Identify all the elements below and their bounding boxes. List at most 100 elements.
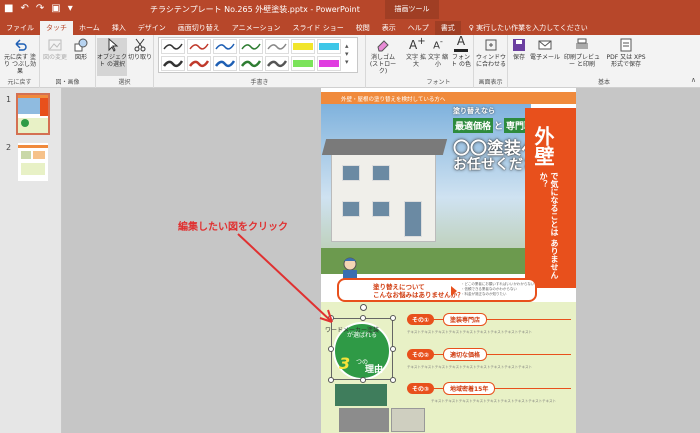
shapes-button[interactable]: 図形 <box>68 38 94 61</box>
pen-red-2[interactable] <box>187 56 211 71</box>
resize-handle[interactable] <box>390 315 396 321</box>
highlighter-magenta[interactable] <box>317 56 341 71</box>
group-label-font: フォント <box>426 79 451 86</box>
pen-black-1[interactable] <box>161 39 185 54</box>
slide-thumbnail[interactable] <box>16 93 50 135</box>
undo-icon[interactable]: ↶ <box>20 3 28 14</box>
slide-thumbnail-pane: 1 2 <box>0 88 62 433</box>
strip-subtitle: で気になることは ありませんか？ <box>539 172 559 279</box>
worker-photo[interactable] <box>339 408 389 432</box>
speech-bubble[interactable]: 塗り替えについて こんなお悩みはありませんか？ ・どこの業者にお願いすればいいか… <box>337 278 537 302</box>
window-title: チラシテンプレート No.265 外壁塗装.pptx - PowerPoint <box>150 5 360 14</box>
group-images: 図の変更 図形 図・画像 <box>40 35 96 88</box>
tell-me-text: 実行したい作業を入力してください <box>476 24 588 32</box>
tab-format[interactable]: 書式 <box>434 21 461 35</box>
title-bar: ■ ↶ ↷ ▣ ▾ チラシテンプレート No.265 外壁塗装.pptx - P… <box>0 0 700 19</box>
eraser-icon <box>376 38 390 52</box>
pen-black-2[interactable] <box>161 56 185 71</box>
roof-photo[interactable] <box>335 384 387 406</box>
tab-touch[interactable]: タッチ <box>40 21 73 35</box>
font-grow-icon: A+ <box>409 36 426 52</box>
text-larger-button[interactable]: A+ 文字 拡大 <box>406 36 426 69</box>
save-button[interactable]: 保存 <box>510 38 528 61</box>
slide-banner[interactable]: 外壁・屋根の塗り替えを検討している方へ <box>321 92 576 104</box>
gallery-more-icon[interactable]: ▴ ▾ ▾ <box>345 42 349 66</box>
tab-insert[interactable]: 挿入 <box>106 21 132 35</box>
reason-1-text: テキストテキストテキストテキストテキストテキストテキストテキストテキスト <box>407 330 533 334</box>
tab-home[interactable]: ホーム <box>73 21 106 35</box>
email-button[interactable]: 電子メール <box>530 38 560 61</box>
resize-handle[interactable] <box>328 346 334 352</box>
font-color-icon: A <box>454 35 468 52</box>
strip-title: 外壁 <box>531 126 555 166</box>
tab-animations[interactable]: アニメーション <box>226 21 287 35</box>
ribbon: 元に戻す 塗り つぶし効果 元に戻す 図の変更 図形 図・画像 オブジェクト の… <box>0 35 700 88</box>
group-label-undo: 元に戻す <box>7 79 32 86</box>
tab-design[interactable]: デザイン <box>132 21 172 35</box>
tab-file[interactable]: ファイル <box>0 21 40 35</box>
pen-gray-1[interactable] <box>265 39 289 54</box>
orange-strip[interactable]: 外壁 で気になることは ありませんか？ <box>525 108 576 288</box>
headline-small[interactable]: 塗り替えなら <box>453 106 495 116</box>
undo-button[interactable]: 元に戻す 塗り つぶし効果 <box>2 38 38 75</box>
group-display: ウィンドウ に合わせる 画面表示 <box>474 35 508 88</box>
pen-red-1[interactable] <box>187 39 211 54</box>
font-color-button[interactable]: A フォント の色 <box>450 35 472 68</box>
group-label-select: 選択 <box>118 79 131 86</box>
resize-handle[interactable] <box>390 377 396 383</box>
pen-blue-1[interactable] <box>213 39 237 54</box>
print-preview-button[interactable]: 印刷プレビュー と印刷 <box>562 38 602 68</box>
group-label-pens: 手書き <box>250 79 269 86</box>
pen-blue-2[interactable] <box>213 56 237 71</box>
shapes-icon <box>74 38 88 52</box>
customize-qat-icon[interactable]: ▾ <box>68 3 73 14</box>
change-picture-button[interactable]: 図の変更 <box>42 38 68 61</box>
tab-transitions[interactable]: 画面切り替え <box>172 21 226 35</box>
redo-icon[interactable]: ↷ <box>36 3 44 14</box>
font-shrink-icon: A- <box>433 36 443 52</box>
pen-green-1[interactable] <box>239 39 263 54</box>
group-basic: 保存 電子メール 印刷プレビュー と印刷 PDF 又は XPS 形式で保存 基本 <box>508 35 700 88</box>
tell-me-search[interactable]: ♀ 実行したい作業を入力してください <box>469 21 588 35</box>
slideshow-icon[interactable]: ▣ <box>51 3 60 14</box>
fit-window-button[interactable]: ウィンドウ に合わせる <box>476 38 506 68</box>
highlighter-cyan[interactable] <box>317 39 341 54</box>
tab-slideshow[interactable]: スライド ショー <box>287 21 350 35</box>
resize-handle[interactable] <box>328 377 334 383</box>
highlighter-green[interactable] <box>291 56 315 71</box>
tab-view[interactable]: 表示 <box>376 21 402 35</box>
pen-green-2[interactable] <box>239 56 263 71</box>
building-photo[interactable] <box>391 408 425 432</box>
resize-handle[interactable] <box>360 315 366 321</box>
eraser-button[interactable]: 消しゴム (ストローク) <box>366 38 400 75</box>
group-select: オブジェクト の選択 切り取り 選択 <box>96 35 154 88</box>
slide-editor[interactable]: 外壁・屋根の塗り替えを検討している方へ 塗り替えなら 最適価格と専門職人の 〇〇… <box>63 88 700 433</box>
resize-handle[interactable] <box>360 377 366 383</box>
printer-icon <box>575 38 589 52</box>
slide-thumbnail[interactable] <box>18 143 48 181</box>
reason-2-text: テキストテキストテキストテキストテキストテキストテキストテキストテキスト <box>407 365 533 369</box>
pen-dark-2[interactable] <box>265 56 289 71</box>
rotate-handle[interactable] <box>360 304 367 311</box>
tab-review[interactable]: 校閲 <box>350 21 376 35</box>
slide-canvas[interactable]: 外壁・屋根の塗り替えを検討している方へ 塗り替えなら 最適価格と専門職人の 〇〇… <box>321 88 576 433</box>
collapse-ribbon-icon[interactable]: ∧ <box>691 76 696 84</box>
group-label-images: 図・画像 <box>55 79 80 86</box>
annotation-arrow-icon <box>237 233 333 323</box>
scissors-icon <box>133 38 147 52</box>
group-undo: 元に戻す 塗り つぶし効果 元に戻す <box>0 35 40 88</box>
cut-button[interactable]: 切り取り <box>128 38 152 61</box>
text-smaller-button[interactable]: A- 文字 縮小 <box>428 36 448 68</box>
thumbnail-number: 2 <box>6 143 12 152</box>
highlighter-yellow[interactable] <box>291 39 315 54</box>
fit-window-icon <box>484 38 498 52</box>
object-select-button[interactable]: オブジェクト の選択 <box>97 37 127 76</box>
speech-arrow-icon <box>451 286 457 296</box>
save-pdf-xps-button[interactable]: PDF 又は XPS 形式で保存 <box>606 38 646 68</box>
tab-help[interactable]: ヘルプ <box>402 21 435 35</box>
pen-gallery[interactable]: ▴ ▾ ▾ <box>158 37 358 73</box>
save-icon[interactable]: ■ <box>4 3 13 14</box>
house-illustration <box>321 139 448 242</box>
resize-handle[interactable] <box>390 346 396 352</box>
quick-access-toolbar: ■ ↶ ↷ ▣ ▾ <box>4 3 73 14</box>
